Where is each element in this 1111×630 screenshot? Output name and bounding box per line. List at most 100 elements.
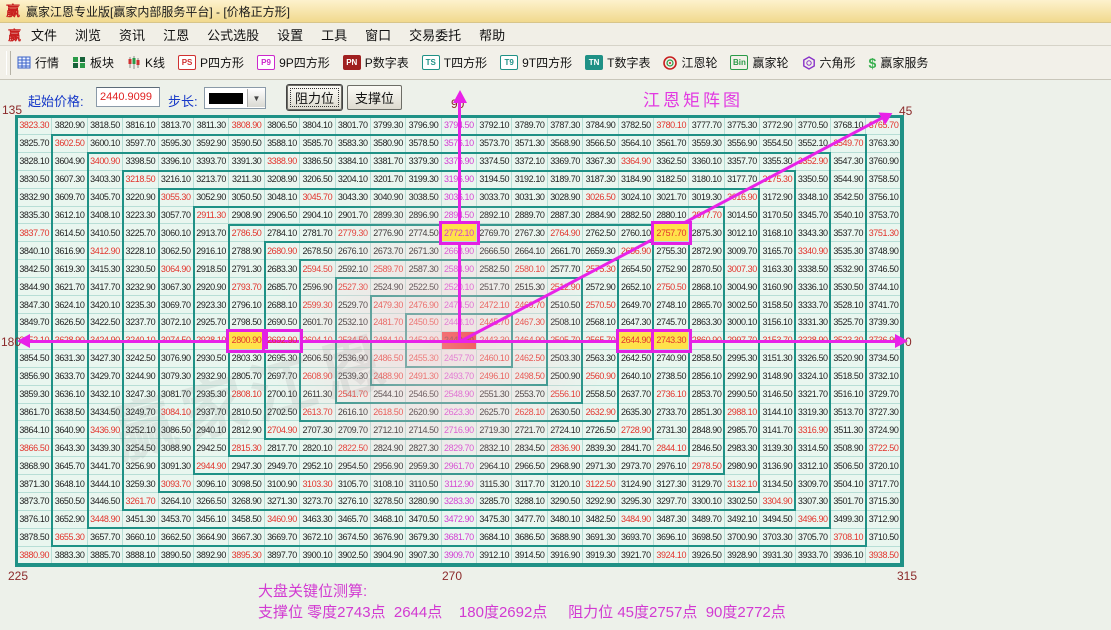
matrix-cell: 3079.30 bbox=[159, 368, 194, 386]
matrix-cell: 3141.70 bbox=[760, 421, 795, 439]
menu-item-2[interactable]: 资讯 bbox=[119, 25, 145, 44]
matrix-cell: 3691.30 bbox=[583, 529, 618, 547]
step-combobox[interactable]: ▼ bbox=[204, 87, 266, 109]
matrix-cell: 3667.30 bbox=[229, 529, 264, 547]
matrix-cell: 3321.70 bbox=[796, 386, 831, 404]
toolbar-item-nine-t-square[interactable]: T99T四方形 bbox=[500, 54, 572, 71]
matrix-cell: 3364.90 bbox=[619, 153, 654, 171]
matrix-cell: 3662.50 bbox=[159, 529, 194, 547]
menu-logo-icon: 赢 bbox=[8, 25, 21, 44]
quotes-grid-icon bbox=[17, 56, 31, 69]
toolbar-item-gann-wheel[interactable]: 江恩轮 bbox=[663, 54, 717, 71]
matrix-cell: 3460.90 bbox=[265, 511, 300, 529]
matrix-cell: 3045.70 bbox=[300, 189, 335, 207]
matrix-cell: 3441.70 bbox=[88, 457, 123, 475]
matrix-cell: 3751.30 bbox=[866, 224, 901, 242]
menu-item-3[interactable]: 江恩 bbox=[163, 25, 189, 44]
matrix-cell: 3924.10 bbox=[654, 547, 689, 565]
menu-item-0[interactable]: 文件 bbox=[31, 25, 57, 44]
matrix-cell: 3444.10 bbox=[88, 475, 123, 493]
toolbar-item-hexagon[interactable]: 六角形 bbox=[802, 54, 856, 71]
toolbar-grip[interactable] bbox=[6, 51, 11, 75]
matrix-cell: 3040.90 bbox=[371, 189, 406, 207]
matrix-cell: 2666.50 bbox=[477, 242, 512, 260]
matrix-cell: 3888.10 bbox=[123, 547, 158, 565]
matrix-cell: 3115.30 bbox=[477, 475, 512, 493]
matrix-cell: 3043.30 bbox=[336, 189, 371, 207]
matrix-cell: 3062.50 bbox=[159, 242, 194, 260]
matrix-cell: 3312.10 bbox=[796, 457, 831, 475]
matrix-cell: 3204.10 bbox=[336, 171, 371, 189]
toolbar-item-service-dollar[interactable]: $赢家服务 bbox=[869, 54, 929, 71]
resistance-button[interactable]: 阻力位 bbox=[287, 85, 342, 110]
toolbar-item-winner-wheel[interactable]: Bin赢家轮 bbox=[730, 54, 788, 71]
vertical-axis-line bbox=[458, 103, 461, 341]
t-square-icon: TS bbox=[422, 55, 440, 70]
toolbar-item-blocks[interactable]: 板块 bbox=[72, 54, 114, 71]
matrix-cell: 3410.50 bbox=[88, 224, 123, 242]
matrix-cell: 2944.90 bbox=[194, 457, 229, 475]
toolbar-item-p-number-table[interactable]: PNP数字表 bbox=[343, 54, 409, 71]
matrix-cell: 2995.30 bbox=[725, 350, 760, 368]
matrix-cell: 3280.90 bbox=[406, 493, 441, 511]
matrix-cell: 2740.90 bbox=[654, 350, 689, 368]
support-button[interactable]: 支撑位 bbox=[347, 85, 402, 110]
matrix-cell: 3537.70 bbox=[831, 224, 866, 242]
toolbar-item-nine-p-square[interactable]: P99P四方形 bbox=[257, 54, 330, 71]
matrix-cell: 3679.30 bbox=[406, 529, 441, 547]
matrix-cell: 2690.50 bbox=[265, 314, 300, 332]
matrix-cell: 3324.10 bbox=[796, 368, 831, 386]
toolbar-item-t-square[interactable]: TST四方形 bbox=[422, 54, 487, 71]
matrix-cell: 3684.10 bbox=[477, 529, 512, 547]
matrix-cell: 3573.70 bbox=[477, 135, 512, 153]
matrix-cell: 2688.10 bbox=[265, 296, 300, 314]
menu-item-9[interactable]: 帮助 bbox=[479, 25, 505, 44]
matrix-cell: 3314.50 bbox=[796, 439, 831, 457]
matrix-cell: 3067.30 bbox=[159, 278, 194, 296]
matrix-cell: 3688.90 bbox=[548, 529, 583, 547]
menu-item-8[interactable]: 交易委托 bbox=[409, 25, 461, 44]
matrix-cell: 3525.70 bbox=[831, 314, 866, 332]
matrix-cell: 2568.10 bbox=[583, 314, 618, 332]
menu-item-6[interactable]: 工具 bbox=[321, 25, 347, 44]
toolbar-item-t-number-table[interactable]: TNT数字表 bbox=[585, 54, 650, 71]
matrix-cell: 2918.50 bbox=[194, 260, 229, 278]
matrix-cell: 3801.70 bbox=[336, 117, 371, 135]
hexagon-icon bbox=[802, 56, 816, 70]
menu-item-4[interactable]: 公式选股 bbox=[207, 25, 259, 44]
matrix-cell: 3866.50 bbox=[17, 439, 52, 457]
toolbar-item-label: 板块 bbox=[90, 54, 114, 71]
matrix-cell: 2664.10 bbox=[512, 242, 547, 260]
toolbar-item-p-square[interactable]: PSP四方形 bbox=[178, 54, 244, 71]
matrix-cell: 3849.70 bbox=[17, 314, 52, 332]
matrix-cell: 2964.10 bbox=[477, 457, 512, 475]
matrix-cell: 3271.30 bbox=[265, 493, 300, 511]
matrix-cell: 3069.70 bbox=[159, 296, 194, 314]
menu-item-1[interactable]: 浏览 bbox=[75, 25, 101, 44]
matrix-cell: 3446.50 bbox=[88, 493, 123, 511]
matrix-cell: 2625.70 bbox=[477, 404, 512, 422]
menu-item-5[interactable]: 设置 bbox=[277, 25, 303, 44]
menu-item-7[interactable]: 窗口 bbox=[365, 25, 391, 44]
start-price-input[interactable] bbox=[96, 87, 160, 107]
matrix-cell: 3763.30 bbox=[866, 135, 901, 153]
matrix-cell: 3885.70 bbox=[88, 547, 123, 565]
toolbar-item-candlestick[interactable]: K线 bbox=[127, 54, 165, 71]
matrix-key-level-cell: 2772.10 bbox=[442, 224, 477, 242]
matrix-cell: 3494.50 bbox=[760, 511, 795, 529]
matrix-cell: 3103.30 bbox=[300, 475, 335, 493]
matrix-cell: 3597.70 bbox=[123, 135, 158, 153]
matrix-cell: 3244.90 bbox=[123, 368, 158, 386]
matrix-cell: 3796.90 bbox=[406, 117, 441, 135]
matrix-cell: 3693.70 bbox=[619, 529, 654, 547]
toolbar-item-quotes-grid[interactable]: 行情 bbox=[17, 54, 59, 71]
matrix-cell: 3232.90 bbox=[123, 278, 158, 296]
matrix-cell: 3000.10 bbox=[725, 314, 760, 332]
start-price-label: 起始价格: bbox=[28, 91, 84, 110]
gann-matrix-grid: 赢家江恩 3823.303820.903818.503816.103813.70… bbox=[15, 115, 904, 567]
matrix-cell: 2558.50 bbox=[583, 386, 618, 404]
matrix-cell: 2865.70 bbox=[689, 296, 724, 314]
combo-dropdown-arrow-icon[interactable]: ▼ bbox=[247, 89, 265, 107]
matrix-cell: 3381.70 bbox=[371, 153, 406, 171]
matrix-cell: 2959.30 bbox=[406, 457, 441, 475]
